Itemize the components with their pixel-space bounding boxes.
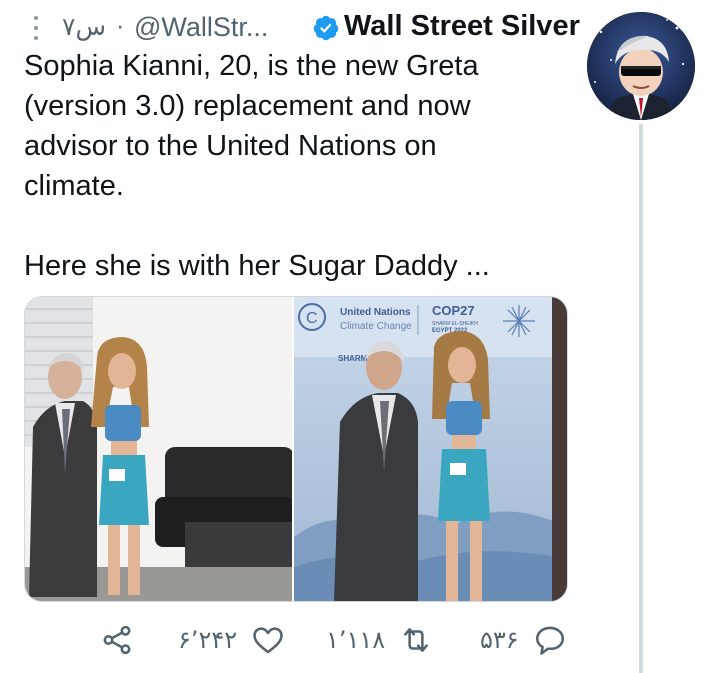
heart-icon (253, 627, 283, 654)
reply-icon (535, 626, 564, 655)
author-name[interactable]: Wall Street Silver (344, 10, 580, 43)
tweet-text-line: Sophia Kianni, 20, is the new Greta (24, 50, 479, 82)
tweet-header: ۷س · @WallStr... Wall Street Silver (22, 8, 582, 42)
tweet-timestamp[interactable]: ۷س (62, 12, 106, 42)
retweet-action[interactable]: ۱٬۱۱۸ (326, 618, 433, 662)
media-photo-left[interactable] (25, 297, 293, 601)
reply-count: ۵۳۶ (480, 626, 519, 654)
tweet-media[interactable]: C United Nations Climate Change COP27 SH… (24, 296, 568, 602)
banner-cop-line1: SHARM EL-SHEIKH (432, 321, 478, 327)
like-count: ۶٬۲۴۲ (178, 626, 238, 654)
tweet-text-line: (version 3.0) replacement and now (24, 90, 471, 122)
banner-un-line1: United Nations (340, 307, 411, 318)
share-icon (103, 625, 131, 655)
reply-action[interactable]: ۵۳۶ (480, 618, 567, 662)
author-handle[interactable]: @WallStr... (134, 12, 268, 43)
banner-un-line2: Climate Change (340, 321, 412, 332)
like-action[interactable]: ۶٬۲۴۲ (178, 618, 285, 662)
tweet-text-line: Here she is with her Sugar Daddy ... (24, 250, 490, 282)
verified-badge-icon (313, 15, 339, 41)
more-options-icon[interactable] (32, 16, 40, 40)
tweet-text: Sophia Kianni, 20, is the new Greta (ver… (24, 46, 564, 286)
avatar-image (587, 12, 695, 120)
tweet-text-line: advisor to the United Nations on (24, 130, 437, 162)
svg-text:C: C (306, 310, 318, 327)
author-avatar[interactable] (587, 12, 695, 120)
tweet-text-line: climate. (24, 170, 124, 202)
retweet-icon (404, 628, 429, 652)
banner-cop-title: COP27 (432, 303, 475, 318)
photo-left-image (25, 297, 293, 601)
media-photo-right[interactable]: C United Nations Climate Change COP27 SH… (294, 297, 567, 601)
share-action[interactable] (100, 618, 134, 662)
thread-line (639, 124, 643, 673)
header-separator: · (116, 12, 125, 40)
retweet-count: ۱٬۱۱۸ (326, 626, 386, 654)
tweet[interactable]: ۷س · @WallStr... Wall Street Silver Soph… (0, 0, 718, 673)
tweet-actions: ۶٬۲۴۲ ۱٬۱۱۸ ۵۳۶ (100, 618, 580, 662)
photo-right-image: C United Nations Climate Change COP27 SH… (294, 297, 567, 601)
